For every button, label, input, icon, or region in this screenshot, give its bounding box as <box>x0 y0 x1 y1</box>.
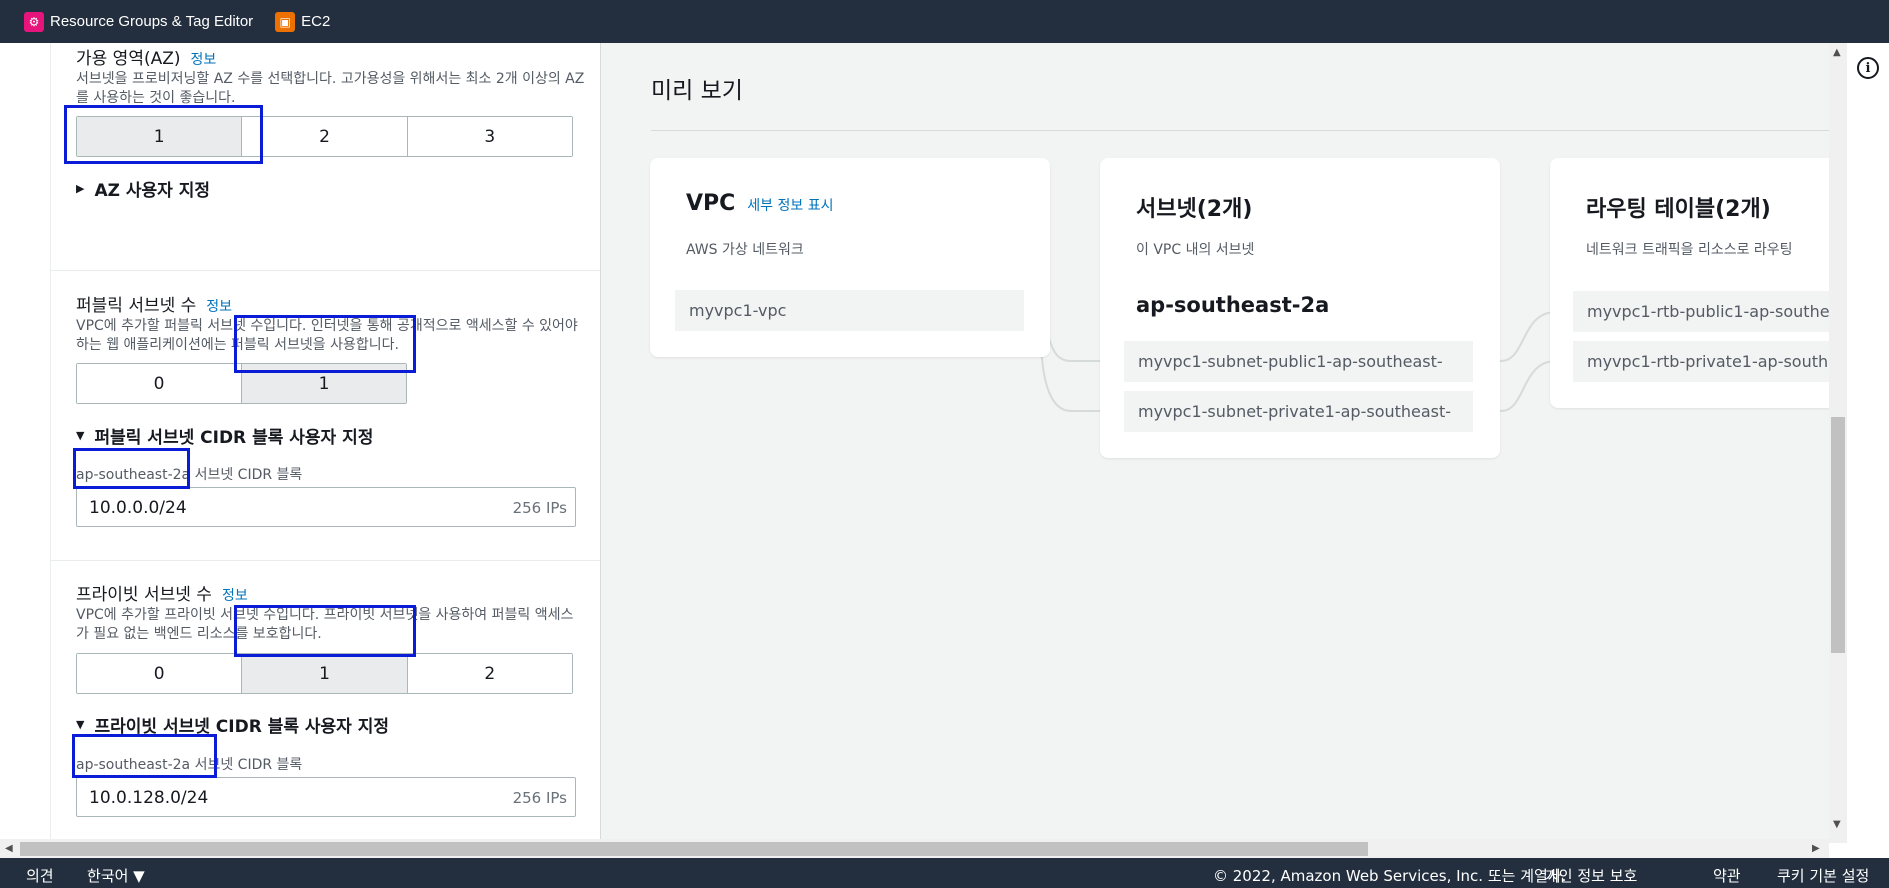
az-label: 가용 영역(AZ) 정보 <box>76 49 217 69</box>
route-tables-card-title: 라우팅 테이블(2개) <box>1586 197 1771 222</box>
private-cidr-ip-count: 256 IPs <box>512 789 567 807</box>
private-cidr-input[interactable]: 10.0.128.0/24 256 IPs <box>76 777 576 817</box>
console-footer: 의견 한국어 ▼ © 2022, Amazon Web Services, In… <box>0 858 1889 888</box>
az-description: 서브넷을 프로비저닝할 AZ 수를 선택합니다. 고가용성을 위해서는 최소 2… <box>76 71 585 106</box>
private-subnets-info-link[interactable]: 정보 <box>222 588 248 604</box>
private-cidr-value: 10.0.128.0/24 <box>89 788 209 808</box>
terms-link[interactable]: 약관 <box>1713 865 1741 886</box>
private-subnets-description: VPC에 추가할 프라이빗 서브넷 수입니다. 프라이빗 서브넷을 사용하여 퍼… <box>76 607 574 642</box>
public-subnets-count-selector: 0 1 <box>76 363 407 404</box>
vpc-node[interactable]: myvpc1-vpc <box>675 290 1024 331</box>
az-section: 가용 영역(AZ) 정보 서브넷을 프로비저닝할 AZ 수를 선택합니다. 고가용… <box>51 43 600 271</box>
favorite-label: EC2 <box>301 13 331 30</box>
vpc-details-link[interactable]: 세부 정보 표시 <box>747 198 833 214</box>
scroll-down-arrow-icon[interactable]: ▼ <box>1833 819 1841 830</box>
az-option-2[interactable]: 2 <box>242 117 408 156</box>
privacy-link[interactable]: 개인 정보 보호 <box>1545 865 1637 886</box>
route-table-node-public[interactable]: myvpc1-rtb-public1-ap-southe <box>1573 291 1829 332</box>
private-subnets-label: 프라이빗 서브넷 수 정보 <box>76 585 248 605</box>
az-info-link[interactable]: 정보 <box>191 52 217 68</box>
public-subnets-label: 퍼블릭 서브넷 수 정보 <box>76 296 233 316</box>
private-subnets-count-selector: 0 1 2 <box>76 653 573 694</box>
language-selector[interactable]: 한국어 ▼ <box>87 865 145 886</box>
vpc-card-title: VPC 세부 정보 표시 <box>686 191 834 216</box>
feedback-link[interactable]: 의견 <box>26 865 54 886</box>
info-panel-icon[interactable]: i <box>1857 57 1879 79</box>
caret-down-icon: ▼ <box>76 429 85 442</box>
horizontal-scroll-thumb[interactable] <box>20 842 1368 856</box>
vertical-scrollbar[interactable]: ▲ ▼ <box>1829 43 1847 843</box>
route-tables-card: 라우팅 테이블(2개) 네트워크 트래픽을 리소스로 라우팅 myvpc1-rt… <box>1550 158 1829 408</box>
public-cidr-input[interactable]: 10.0.0.0/24 256 IPs <box>76 487 576 527</box>
scroll-right-arrow-icon[interactable]: ▶ <box>1812 843 1820 854</box>
az-count-selector: 1 2 3 <box>76 116 573 157</box>
subnets-az-heading: ap-southeast-2a <box>1136 293 1330 317</box>
private-cidr-label: ap-southeast-2a 서브넷 CIDR 블록 <box>76 757 303 773</box>
favorite-resource-groups[interactable]: ⚙ Resource Groups & Tag Editor <box>24 11 254 32</box>
az-option-1[interactable]: 1 <box>77 117 243 156</box>
subnets-card-subtitle: 이 VPC 내의 서브넷 <box>1136 242 1255 258</box>
public-cidr-value: 10.0.0.0/24 <box>89 498 187 518</box>
route-table-node-private[interactable]: myvpc1-rtb-private1-ap-south <box>1573 341 1829 382</box>
public-subnets-option-0[interactable]: 0 <box>77 364 242 403</box>
az-customize-expander[interactable]: ▶ AZ 사용자 지정 <box>76 176 210 201</box>
private-subnets-section: 프라이빗 서브넷 수 정보 VPC에 추가할 프라이빗 서브넷 수입니다. 프라이… <box>51 561 600 843</box>
subnet-node-public[interactable]: myvpc1-subnet-public1-ap-southeast- <box>1124 341 1473 382</box>
caret-right-icon: ▶ <box>76 182 85 195</box>
copyright-text: © 2022, Amazon Web Services, Inc. 또는 계열사… <box>1213 867 1567 885</box>
ec2-icon: ▣ <box>275 11 296 32</box>
preview-title: 미리 보기 <box>651 78 743 104</box>
public-subnets-description: VPC에 추가할 퍼블릭 서브넷 수입니다. 인터넷을 통해 공개적으로 액세스… <box>76 318 578 353</box>
cookie-preferences-link[interactable]: 쿠키 기본 설정 <box>1777 865 1869 886</box>
az-option-3[interactable]: 3 <box>407 117 572 156</box>
preview-panel: 미리 보기 VPC 세부 정보 표시 AWS 가상 네트워크 myvpc1-vpc… <box>601 43 1829 843</box>
horizontal-scrollbar[interactable]: ◀ ▶ <box>0 839 1829 858</box>
vpc-card-subtitle: AWS 가상 네트워크 <box>686 242 804 258</box>
scroll-up-arrow-icon[interactable]: ▲ <box>1833 47 1841 58</box>
public-cidr-ip-count: 256 IPs <box>512 499 567 517</box>
private-subnets-option-2[interactable]: 2 <box>407 654 572 693</box>
vertical-scroll-thumb[interactable] <box>1831 417 1845 653</box>
top-navigation: ⚙ Resource Groups & Tag Editor ▣ EC2 <box>0 0 1889 43</box>
help-panel-gutter: i <box>1847 43 1889 843</box>
resource-groups-icon: ⚙ <box>24 11 44 32</box>
subnet-node-private[interactable]: myvpc1-subnet-private1-ap-southeast- <box>1124 391 1473 432</box>
vpc-settings-panel: 가용 영역(AZ) 정보 서브넷을 프로비저닝할 AZ 수를 선택합니다. 고가용… <box>50 43 601 843</box>
public-cidr-label: ap-southeast-2a 서브넷 CIDR 블록 <box>76 467 303 483</box>
public-subnets-info-link[interactable]: 정보 <box>206 299 232 315</box>
subnets-card: 서브넷(2개) 이 VPC 내의 서브넷 ap-southeast-2a myv… <box>1100 158 1500 458</box>
public-subnets-section: 퍼블릭 서브넷 수 정보 VPC에 추가할 퍼블릭 서브넷 수입니다. 인터넷을 … <box>51 271 600 561</box>
route-tables-card-subtitle: 네트워크 트래픽을 리소스로 라우팅 <box>1586 242 1793 258</box>
public-cidr-customize-expander[interactable]: ▼ 퍼블릭 서브넷 CIDR 블록 사용자 지정 <box>76 423 373 448</box>
private-subnets-option-0[interactable]: 0 <box>77 654 243 693</box>
public-subnets-option-1[interactable]: 1 <box>242 364 406 403</box>
private-subnets-option-1[interactable]: 1 <box>242 654 408 693</box>
subnets-card-title: 서브넷(2개) <box>1136 197 1253 222</box>
private-cidr-customize-expander[interactable]: ▼ 프라이빗 서브넷 CIDR 블록 사용자 지정 <box>76 712 389 737</box>
favorite-label: Resource Groups & Tag Editor <box>50 13 254 30</box>
favorite-ec2[interactable]: ▣ EC2 <box>275 11 331 32</box>
preview-divider <box>651 130 1829 131</box>
vpc-card: VPC 세부 정보 표시 AWS 가상 네트워크 myvpc1-vpc <box>650 158 1050 357</box>
scroll-left-arrow-icon[interactable]: ◀ <box>5 843 13 854</box>
caret-down-icon: ▼ <box>76 718 85 731</box>
